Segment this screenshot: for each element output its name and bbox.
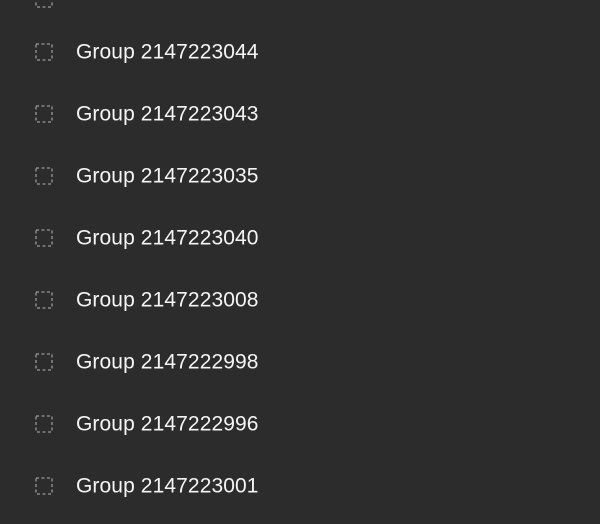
dashed-frame-icon	[35, 353, 53, 371]
dashed-frame-icon	[35, 105, 53, 123]
dashed-frame-icon	[35, 0, 53, 8]
dashed-frame-icon	[35, 167, 53, 185]
layer-row[interactable]: Group 2147223001	[0, 455, 600, 517]
layer-row[interactable]: Group 2147223040	[0, 207, 600, 269]
layer-label: Group 2147222996	[76, 412, 259, 436]
layer-label: Group 2147223008	[76, 288, 259, 312]
dashed-frame-icon	[35, 43, 53, 61]
layer-row[interactable]: Group 2147222998	[0, 331, 600, 393]
layer-row[interactable]: Group 2147223035	[0, 145, 600, 207]
dashed-frame-icon	[35, 291, 53, 309]
dashed-frame-icon	[35, 415, 53, 433]
dashed-frame-icon	[35, 477, 53, 495]
layers-panel: Group 2147223044 Group 2147223043 Group …	[0, 0, 600, 524]
layer-row[interactable]: Group 2147223008	[0, 269, 600, 331]
layer-label: Group 2147223043	[76, 102, 259, 126]
layer-row-partial[interactable]	[0, 0, 600, 8]
layer-row[interactable]: Group 2147223043	[0, 83, 600, 145]
layer-label: Group 2147223040	[76, 226, 259, 250]
layer-label: Group 2147223035	[76, 164, 259, 188]
dashed-frame-icon	[35, 229, 53, 247]
layer-row[interactable]: Group 2147223044	[0, 21, 600, 83]
layer-label: Group 2147223001	[76, 474, 259, 498]
layer-label: Group 2147222998	[76, 350, 259, 374]
layer-row[interactable]: Group 2147222996	[0, 393, 600, 455]
layer-label: Group 2147223044	[76, 40, 259, 64]
